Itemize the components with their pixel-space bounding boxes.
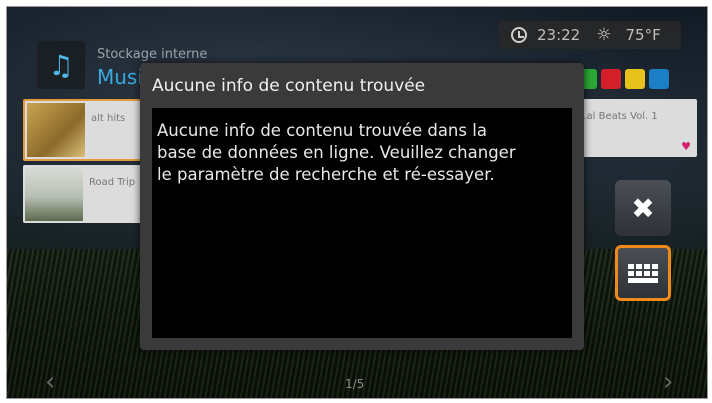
keyboard-icon bbox=[628, 263, 658, 283]
media-tile[interactable]: ...al Beats Vol. 1 ♥ bbox=[567, 99, 697, 157]
tile-title: ...al Beats Vol. 1 bbox=[577, 111, 658, 122]
album-art bbox=[25, 167, 83, 221]
keyboard-button[interactable] bbox=[615, 245, 671, 301]
previous-page-arrow[interactable]: ‹ bbox=[45, 367, 55, 397]
info-dialog: Aucune info de contenu trouvée Aucune in… bbox=[140, 63, 584, 350]
storage-label: Stockage interne bbox=[97, 47, 208, 62]
clock-icon bbox=[511, 27, 527, 43]
sun-icon: ☼ bbox=[596, 25, 612, 45]
red-button[interactable] bbox=[601, 69, 621, 89]
blue-button[interactable] bbox=[649, 69, 669, 89]
page-indicator: 1/5 bbox=[345, 377, 365, 391]
status-bar: 23:22 ☼ 75°F bbox=[499, 21, 681, 49]
tile-title: Road Trip bbox=[89, 177, 136, 188]
music-note-icon: ♫ bbox=[37, 41, 85, 89]
album-art bbox=[27, 103, 85, 157]
dialog-message: Aucune info de contenu trouvée dans la b… bbox=[152, 108, 572, 338]
tv-screen: 23:22 ☼ 75°F ♫ Stockage interne Musique … bbox=[6, 6, 708, 399]
close-button[interactable]: ✖ bbox=[615, 180, 671, 236]
dialog-title: Aucune info de contenu trouvée bbox=[152, 76, 426, 96]
media-tile[interactable]: alt hits bbox=[23, 99, 157, 161]
color-button-bar bbox=[577, 69, 669, 89]
time-display: 23:22 bbox=[537, 26, 581, 44]
heart-icon: ♥ bbox=[681, 140, 691, 153]
media-tile[interactable]: Road Trip bbox=[23, 165, 153, 223]
close-icon: ✖ bbox=[631, 191, 655, 225]
temperature-display: 75°F bbox=[625, 26, 661, 44]
next-page-arrow[interactable]: › bbox=[663, 367, 673, 397]
yellow-button[interactable] bbox=[625, 69, 645, 89]
tile-title: alt hits bbox=[91, 113, 126, 124]
